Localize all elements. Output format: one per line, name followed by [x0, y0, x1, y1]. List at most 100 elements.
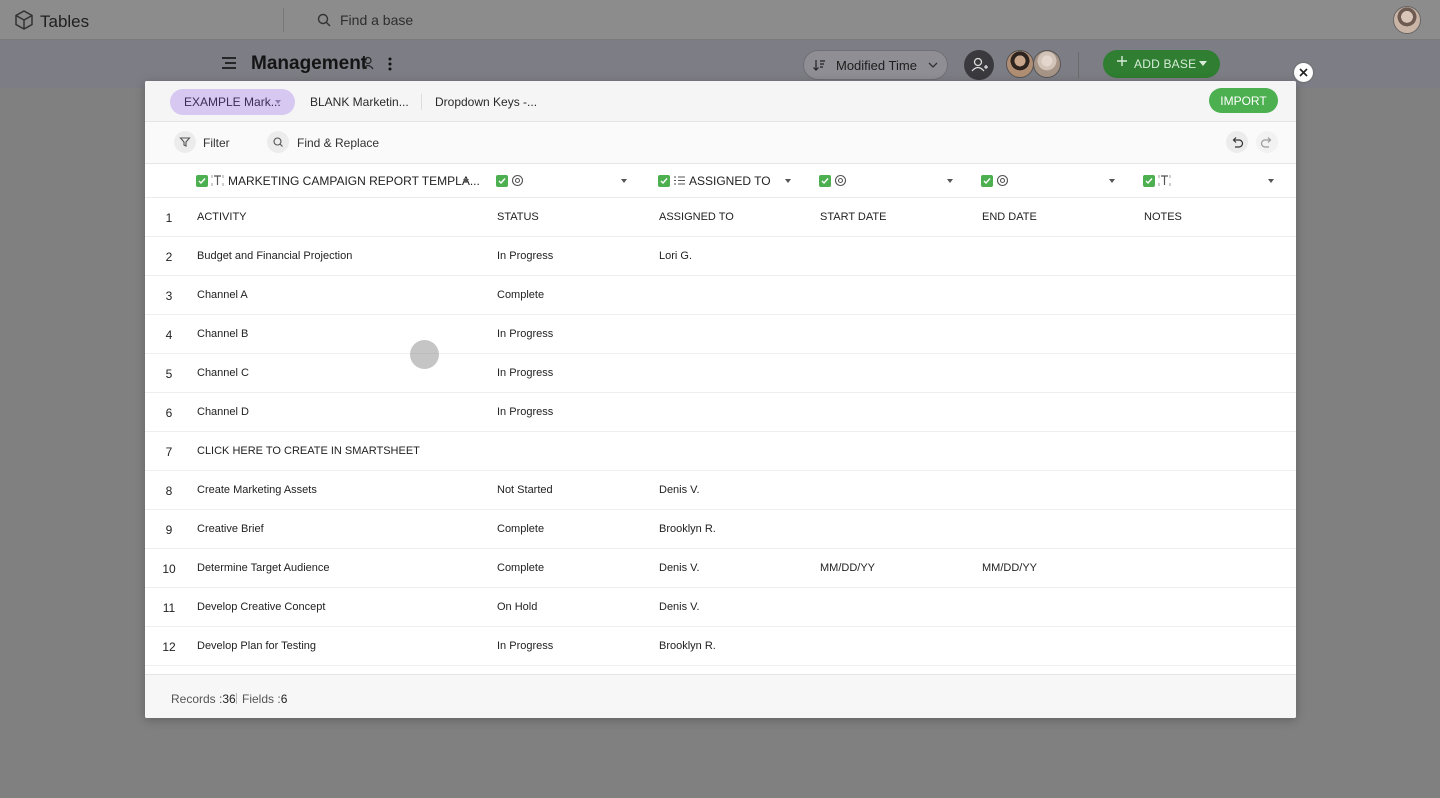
- cell-status[interactable]: In Progress: [497, 640, 553, 652]
- member-avatar[interactable]: [1033, 50, 1061, 78]
- cell-activity[interactable]: Create Marketing Assets: [197, 484, 317, 496]
- filter-label[interactable]: Filter: [203, 136, 230, 150]
- cell-activity[interactable]: CLICK HERE TO CREATE IN SMARTSHEET: [197, 445, 420, 457]
- cell-activity[interactable]: ACTIVITY: [197, 211, 247, 223]
- column-checkbox[interactable]: [1143, 175, 1155, 187]
- column-checkbox[interactable]: [196, 175, 208, 187]
- cell-end-date[interactable]: END DATE: [982, 211, 1037, 223]
- sheet-tab-example[interactable]: EXAMPLE Mark...: [170, 89, 295, 115]
- cell-activity[interactable]: Channel C: [197, 367, 249, 379]
- table-row[interactable]: 8 Create Marketing Assets Not Started De…: [145, 471, 1296, 510]
- caret-down-icon[interactable]: [785, 179, 791, 183]
- column-header[interactable]: [978, 164, 1118, 198]
- cell-assigned-to[interactable]: Brooklyn R.: [659, 640, 716, 652]
- close-icon: [1299, 68, 1308, 77]
- add-user-icon: [971, 57, 988, 72]
- filter-button[interactable]: [174, 131, 196, 153]
- column-checkbox[interactable]: [819, 175, 831, 187]
- cell-assigned-to[interactable]: Denis V.: [659, 562, 700, 574]
- column-header-row: MARKETING CAMPAIGN REPORT TEMPLA... ASSI…: [145, 164, 1296, 198]
- table-row[interactable]: 10 Determine Target Audience Complete De…: [145, 549, 1296, 588]
- status-icon: [834, 174, 847, 187]
- cell-status[interactable]: In Progress: [497, 328, 553, 340]
- table-row[interactable]: 9 Creative Brief Complete Brooklyn R.: [145, 510, 1296, 549]
- member-avatar[interactable]: [1006, 50, 1034, 78]
- cell-status[interactable]: Complete: [497, 289, 544, 301]
- text-icon: [211, 175, 224, 186]
- table-row[interactable]: 1 ACTIVITY STATUS ASSIGNED TO START DATE…: [145, 198, 1296, 237]
- table-row[interactable]: 11 Develop Creative Concept On Hold Deni…: [145, 588, 1296, 627]
- column-header[interactable]: [1140, 164, 1280, 198]
- cell-status[interactable]: In Progress: [497, 406, 553, 418]
- column-header[interactable]: ASSIGNED TO: [655, 164, 795, 198]
- cell-activity[interactable]: Channel D: [197, 406, 249, 418]
- cell-notes[interactable]: NOTES: [1144, 211, 1182, 223]
- cell-status[interactable]: In Progress: [497, 367, 553, 379]
- column-checkbox[interactable]: [981, 175, 993, 187]
- cell-status[interactable]: STATUS: [497, 211, 539, 223]
- table-row[interactable]: 12 Develop Plan for Testing In Progress …: [145, 627, 1296, 666]
- caret-down-icon[interactable]: [1268, 179, 1274, 183]
- cell-activity[interactable]: Channel B: [197, 328, 248, 340]
- row-number: 8: [165, 484, 173, 498]
- cell-activity[interactable]: Budget and Financial Projection: [197, 250, 352, 262]
- undo-button[interactable]: [1226, 131, 1248, 153]
- table-row[interactable]: 7 CLICK HERE TO CREATE IN SMARTSHEET: [145, 432, 1296, 471]
- share-icon[interactable]: [361, 56, 375, 70]
- close-modal-button[interactable]: [1294, 63, 1313, 82]
- column-header[interactable]: MARKETING CAMPAIGN REPORT TEMPLA...: [193, 164, 480, 198]
- column-header[interactable]: [816, 164, 956, 198]
- import-button[interactable]: IMPORT: [1209, 88, 1278, 113]
- cell-start-date[interactable]: START DATE: [820, 211, 886, 223]
- find-replace-label[interactable]: Find & Replace: [297, 136, 379, 150]
- user-avatar[interactable]: [1393, 6, 1421, 34]
- tables-logo-icon[interactable]: [14, 10, 34, 30]
- table-row[interactable]: 6 Channel D In Progress: [145, 393, 1296, 432]
- cell-assigned-to[interactable]: ASSIGNED TO: [659, 211, 734, 223]
- cell-status[interactable]: Not Started: [497, 484, 553, 496]
- cell-status[interactable]: Complete: [497, 562, 544, 574]
- cell-assigned-to[interactable]: Lori G.: [659, 250, 692, 262]
- hamburger-menu-icon[interactable]: [222, 57, 236, 69]
- cell-status[interactable]: In Progress: [497, 250, 553, 262]
- column-header[interactable]: [493, 164, 633, 198]
- cell-activity[interactable]: Determine Target Audience: [197, 562, 330, 574]
- sheet-tabs: EXAMPLE Mark... BLANK Marketin... Dropdo…: [145, 81, 1296, 122]
- redo-button[interactable]: [1256, 131, 1278, 153]
- cell-start-date[interactable]: MM/DD/YY: [820, 562, 875, 574]
- find-replace-button[interactable]: [267, 131, 289, 153]
- cell-activity[interactable]: Develop Plan for Testing: [197, 640, 316, 652]
- more-options-icon[interactable]: [386, 56, 394, 72]
- search-input[interactable]: [340, 10, 740, 30]
- add-base-button[interactable]: ADD BASE: [1103, 50, 1220, 78]
- caret-down-icon[interactable]: [947, 179, 953, 183]
- table-row[interactable]: 2 Budget and Financial Projection In Pro…: [145, 237, 1296, 276]
- sort-dropdown[interactable]: Modified Time: [803, 50, 948, 80]
- table-row[interactable]: 3 Channel A Complete: [145, 276, 1296, 315]
- cell-activity[interactable]: Creative Brief: [197, 523, 264, 535]
- sheet-tab-blank[interactable]: BLANK Marketin...: [310, 89, 409, 115]
- cell-activity[interactable]: Channel A: [197, 289, 248, 301]
- caret-down-icon[interactable]: [463, 179, 469, 183]
- cell-assigned-to[interactable]: Denis V.: [659, 484, 700, 496]
- add-base-label: ADD BASE: [1134, 57, 1197, 71]
- cell-end-date[interactable]: MM/DD/YY: [982, 562, 1037, 574]
- sheet-tab-dropdown-keys[interactable]: Dropdown Keys -...: [435, 89, 537, 115]
- add-collaborator-button[interactable]: [964, 50, 994, 80]
- cell-activity[interactable]: Develop Creative Concept: [197, 601, 325, 613]
- column-checkbox[interactable]: [658, 175, 670, 187]
- cell-status[interactable]: Complete: [497, 523, 544, 535]
- divider: [283, 8, 284, 32]
- cell-assigned-to[interactable]: Denis V.: [659, 601, 700, 613]
- cell-status[interactable]: On Hold: [497, 601, 537, 613]
- table-row[interactable]: 5 Channel C In Progress: [145, 354, 1296, 393]
- caret-down-icon[interactable]: [1199, 61, 1207, 66]
- caret-down-icon[interactable]: [621, 179, 627, 183]
- sort-icon: [813, 60, 825, 71]
- cell-assigned-to[interactable]: Brooklyn R.: [659, 523, 716, 535]
- import-preview-modal: EXAMPLE Mark... BLANK Marketin... Dropdo…: [145, 81, 1296, 718]
- grid-footer: Records :36 Fields :6: [145, 674, 1296, 718]
- caret-down-icon[interactable]: [1109, 179, 1115, 183]
- table-row[interactable]: 4 Channel B In Progress: [145, 315, 1296, 354]
- column-checkbox[interactable]: [496, 175, 508, 187]
